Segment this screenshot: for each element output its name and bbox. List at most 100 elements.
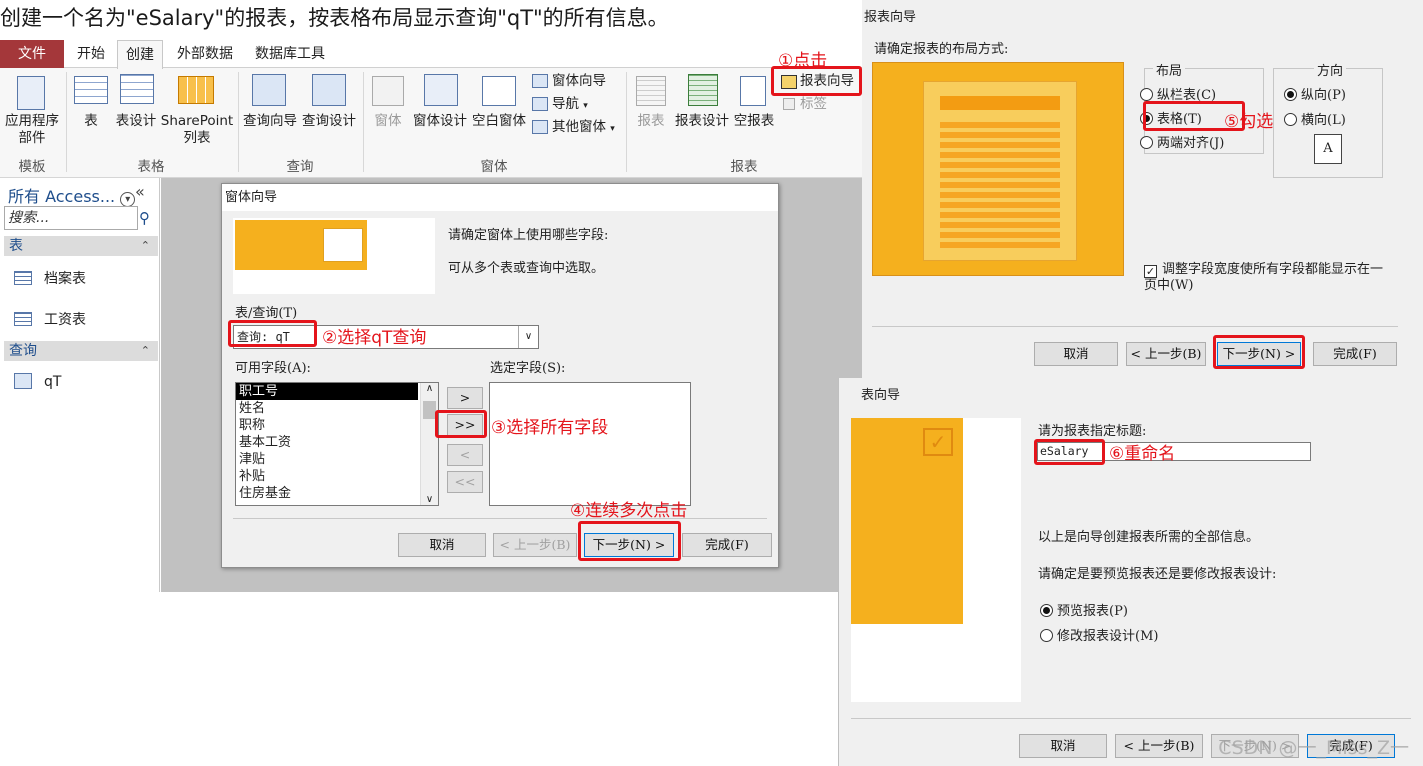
- annotation-box-4: [578, 521, 681, 561]
- annotation-5: ⑤勾选: [1224, 112, 1274, 132]
- app-parts-button[interactable]: 应用程序部件: [2, 113, 62, 147]
- list-item[interactable]: 姓名: [236, 400, 438, 417]
- nav-header[interactable]: 所有 Access... ▾: [8, 183, 136, 207]
- cancel-button[interactable]: 取消: [398, 533, 486, 557]
- report-wizard-title-dialog: 表向导 ✓ 请为报表指定标题: eSalary 以上是向导创建报表所需的全部信息…: [838, 378, 1423, 766]
- wizard-illustration: [233, 218, 435, 294]
- app-parts-icon: [17, 76, 45, 110]
- back-button[interactable]: < 上一步(B): [1115, 734, 1203, 758]
- group-label-queries: 查询: [286, 159, 314, 175]
- modify-design-radio[interactable]: 修改报表设计(M): [1040, 625, 1158, 644]
- report-design-button[interactable]: 报表设计: [673, 113, 731, 130]
- finish-button[interactable]: 完成(F): [1313, 342, 1397, 366]
- report-icon: [636, 76, 666, 106]
- chevron-down-icon[interactable]: ∨: [421, 494, 438, 505]
- table-design-button[interactable]: 表设计: [112, 113, 160, 130]
- blank-report-icon: [740, 76, 766, 106]
- search-input[interactable]: 搜索...: [4, 206, 138, 230]
- fit-fields-checkbox[interactable]: ✓ 调整字段宽度使所有字段都能显示在一页中(W): [1144, 262, 1384, 294]
- blank-report-button[interactable]: 空报表: [732, 113, 776, 130]
- search-icon[interactable]: ⚲: [139, 209, 150, 227]
- query-design-icon: [312, 74, 346, 106]
- remove-all-fields-button[interactable]: <<: [447, 471, 483, 493]
- form-design-icon: [424, 74, 458, 106]
- orientation-portrait-radio[interactable]: 纵向(P): [1284, 84, 1346, 103]
- divider: [851, 718, 1411, 719]
- group-label-reports: 报表: [730, 159, 758, 175]
- report-table-rows: [940, 122, 1060, 248]
- layout-prompt: 请确定报表的布局方式:: [874, 42, 1009, 57]
- list-item[interactable]: 住房基金: [236, 485, 438, 502]
- back-button[interactable]: < 上一步(B): [493, 533, 577, 557]
- report-page-icon: [923, 81, 1077, 261]
- chevron-up-icon[interactable]: ∧: [421, 383, 438, 394]
- collapse-section-icon[interactable]: ⌃: [141, 341, 150, 361]
- table-button[interactable]: 表: [78, 113, 104, 130]
- annotation-box-2: [228, 320, 317, 347]
- more-forms-label: 其他窗体: [552, 119, 606, 135]
- option-label: 纵向(P): [1301, 88, 1346, 103]
- list-item[interactable]: 津贴: [236, 451, 438, 468]
- tab-external-data[interactable]: 外部数据: [168, 40, 242, 68]
- dialog-title: 报表向导: [864, 10, 917, 25]
- orientation-landscape-radio[interactable]: 横向(L): [1284, 109, 1346, 128]
- preview-report-radio[interactable]: 预览报表(P): [1040, 600, 1128, 619]
- list-item[interactable]: 职工号: [236, 383, 418, 400]
- nav-item-label: 工资表: [44, 312, 86, 328]
- labels-button[interactable]: 标签: [800, 96, 827, 113]
- blank-form-button[interactable]: 空白窗体: [471, 113, 527, 130]
- available-fields-label: 可用字段(A):: [235, 361, 311, 376]
- tab-file[interactable]: 文件: [0, 40, 64, 68]
- layout-justified-radio[interactable]: 两端对齐(J): [1140, 132, 1224, 151]
- table-icon: [74, 76, 108, 104]
- radio-icon: [1140, 88, 1153, 101]
- form-wizard-icon: [532, 74, 548, 88]
- cancel-button[interactable]: 取消: [1019, 734, 1107, 758]
- search-placeholder: 搜索...: [8, 210, 50, 226]
- form-button[interactable]: 窗体: [372, 113, 404, 130]
- annotation-1: ①点击: [778, 51, 828, 71]
- available-fields-list[interactable]: 职工号 姓名 职称 基本工资 津贴 补贴 住房基金 ∧ ∨: [235, 382, 439, 506]
- chevron-down-icon[interactable]: ∨: [518, 326, 538, 348]
- more-forms-button[interactable]: 其他窗体 ▾: [552, 119, 615, 138]
- dialog-title: 表向导: [861, 388, 901, 403]
- add-field-button[interactable]: >: [447, 387, 483, 409]
- navigation-icon: [532, 97, 548, 111]
- nav-section-tables-label: 表: [9, 238, 23, 254]
- collapse-section-icon[interactable]: ⌃: [141, 236, 150, 256]
- query-wizard-button[interactable]: 查询向导: [242, 113, 298, 130]
- annotation-6: ⑥重命名: [1109, 444, 1176, 464]
- query-design-button[interactable]: 查询设计: [301, 113, 357, 130]
- collapse-pane-icon[interactable]: «: [135, 182, 145, 201]
- nav-section-queries[interactable]: 查询 ⌃: [4, 341, 158, 361]
- tab-home[interactable]: 开始: [68, 40, 114, 68]
- sharepoint-lists-button[interactable]: SharePoint列表: [158, 113, 236, 147]
- list-item[interactable]: 基本工资: [236, 434, 438, 451]
- annotation-3: ③选择所有字段: [491, 418, 609, 438]
- list-scrollbar[interactable]: ∧ ∨: [420, 383, 438, 505]
- finish-button[interactable]: 完成(F): [682, 533, 772, 557]
- wizard-prompt: 请确定窗体上使用哪些字段:: [448, 228, 609, 243]
- tab-create[interactable]: 创建: [117, 40, 163, 69]
- report-button[interactable]: 报表: [634, 113, 668, 130]
- navigation-button[interactable]: 导航 ▾: [552, 96, 588, 115]
- nav-section-tables[interactable]: 表 ⌃: [4, 236, 158, 256]
- list-item[interactable]: 职称: [236, 417, 438, 434]
- form-design-button[interactable]: 窗体设计: [412, 113, 468, 130]
- selected-fields-list[interactable]: [489, 382, 691, 506]
- wizard-question: 请确定是要预览报表还是要修改报表设计:: [1038, 567, 1277, 582]
- cancel-button[interactable]: 取消: [1034, 342, 1118, 366]
- list-item[interactable]: 补贴: [236, 468, 438, 485]
- radio-selected-icon: [1284, 88, 1297, 101]
- remove-field-button[interactable]: <: [447, 444, 483, 466]
- annotation-box-6: [1034, 439, 1105, 465]
- back-button[interactable]: < 上一步(B): [1126, 342, 1206, 366]
- chevron-down-icon[interactable]: ▾: [120, 192, 136, 207]
- page-orientation-icon: A: [1314, 134, 1342, 164]
- nav-item-table[interactable]: 档案表: [14, 268, 86, 288]
- nav-item-query[interactable]: qT: [14, 373, 61, 390]
- nav-item-table[interactable]: 工资表: [14, 309, 86, 329]
- tab-database-tools[interactable]: 数据库工具: [248, 40, 332, 68]
- form-wizard-button[interactable]: 窗体向导: [552, 73, 606, 90]
- group-label-templates: 模板: [18, 159, 46, 175]
